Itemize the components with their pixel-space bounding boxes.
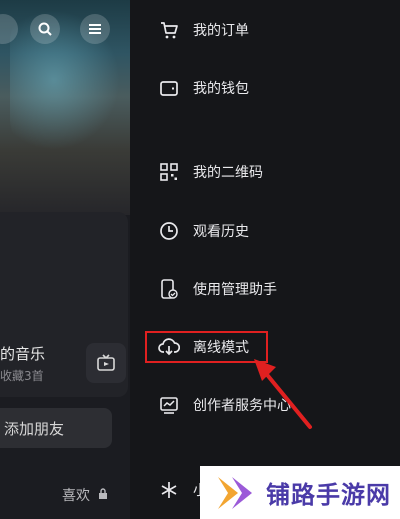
watermark-logo-icon [218,476,252,509]
cart-icon [158,19,180,41]
tab-likes-label: 喜欢 [62,488,90,504]
menu-item-qr-code[interactable]: 我的二维码 [130,150,400,194]
clock-icon [158,220,180,242]
menu-item-label: 使用管理助手 [193,282,277,298]
menu-item-usage-assistant[interactable]: 使用管理助手 [130,267,400,311]
red-arrow-annotation [254,359,312,429]
menu-item-label: 观看历史 [193,224,249,240]
music-title[interactable]: 的音乐 [0,343,45,364]
tab-likes[interactable]: 喜欢 [62,485,108,505]
menu-item-orders[interactable]: 我的订单 [130,8,400,52]
tv-icon [97,354,115,371]
menu-item-wallet[interactable]: 我的钱包 [130,66,400,110]
search-icon[interactable] [30,14,60,44]
lock-icon [99,488,108,499]
site-watermark: 铺路手游网 [200,466,400,519]
wallet-icon [158,77,180,99]
side-drawer-menu: 我的订单 我的钱包 我的二维码 观看历史 使用管理助手 离线模式 创作者服务中心 [130,0,400,519]
menu-icon[interactable] [80,14,110,44]
menu-item-label: 我的钱包 [193,81,249,97]
music-subtitle: 收藏3首 [0,369,44,383]
qr-code-icon [158,161,180,183]
profile-header-image [0,0,130,215]
watermark-text: 铺路手游网 [266,481,391,509]
asterisk-icon [158,479,180,501]
add-friends-button[interactable]: 添加朋友 [0,408,112,448]
phone-check-icon [158,278,180,300]
menu-item-label: 我的二维码 [193,165,263,181]
left-profile-panel: 的音乐 收藏3首 添加朋友 喜欢 [0,0,130,519]
menu-item-watch-history[interactable]: 观看历史 [130,209,400,253]
menu-item-label: 我的订单 [193,23,249,39]
tv-button[interactable] [86,343,126,383]
chart-monitor-icon [158,394,180,416]
